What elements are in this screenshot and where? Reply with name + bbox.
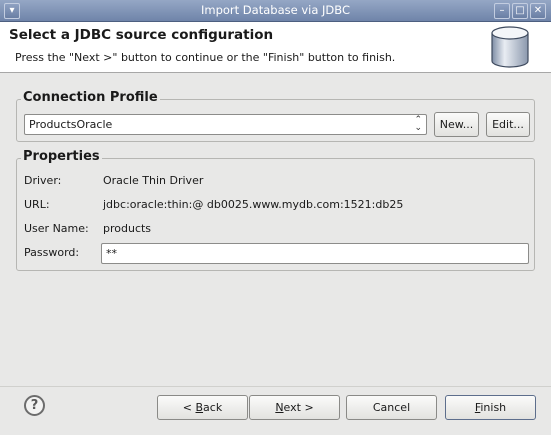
new-profile-button[interactable]: New...	[434, 112, 479, 137]
url-value: jdbc:oracle:thin:@ db0025.www.mydb.com:1…	[103, 198, 404, 211]
username-label: User Name:	[24, 222, 89, 235]
window-title: Import Database via JDBC	[200, 3, 351, 17]
password-field[interactable]: **	[101, 243, 529, 264]
username-value: products	[103, 222, 152, 235]
url-label: URL:	[24, 198, 50, 211]
driver-label: Driver:	[24, 174, 62, 187]
finish-button-rest: inish	[480, 401, 507, 414]
cancel-button-label: Cancel	[372, 401, 411, 414]
password-value: **	[106, 247, 117, 260]
new-profile-button-label: New...	[439, 118, 474, 131]
close-icon[interactable]: ✕	[530, 3, 546, 19]
database-icon	[491, 26, 529, 68]
wizard-header: Select a JDBC source configuration Press…	[0, 22, 551, 73]
connection-profile-select[interactable]: ProductsOracle ⌃ ⌄	[24, 114, 427, 135]
cancel-button[interactable]: Cancel	[346, 395, 437, 420]
page-title: Select a JDBC source configuration	[9, 27, 274, 43]
window-menu-icon[interactable]: ▾	[4, 3, 20, 19]
back-button-mnemonic: B	[195, 401, 204, 414]
driver-value: Oracle Thin Driver	[103, 174, 204, 187]
help-glyph: ?	[30, 398, 39, 413]
next-button[interactable]: Next >	[249, 395, 340, 420]
page-message: Press the "Next >" button to continue or…	[15, 51, 396, 64]
back-button[interactable]: < Back	[157, 395, 248, 420]
help-icon[interactable]: ?	[24, 395, 45, 416]
back-button-rest: ack	[203, 401, 223, 414]
minimize-icon[interactable]: –	[494, 3, 510, 19]
back-button-prefix: <	[182, 401, 196, 414]
connection-profile-value: ProductsOracle	[29, 118, 113, 131]
next-button-mnemonic: N	[275, 401, 284, 414]
maximize-icon[interactable]: □	[512, 3, 528, 19]
properties-label: Properties	[21, 149, 102, 164]
edit-profile-button[interactable]: Edit...	[486, 112, 530, 137]
edit-profile-button-label: Edit...	[492, 118, 524, 131]
finish-button[interactable]: Finish	[445, 395, 536, 420]
password-label: Password:	[24, 246, 80, 259]
footer-separator	[0, 386, 551, 387]
connection-profile-label: Connection Profile	[21, 90, 160, 105]
combo-updown-icon: ⌃ ⌄	[414, 115, 422, 133]
next-button-rest: ext >	[283, 401, 314, 414]
window-titlebar: ▾ Import Database via JDBC – □ ✕	[0, 0, 551, 22]
